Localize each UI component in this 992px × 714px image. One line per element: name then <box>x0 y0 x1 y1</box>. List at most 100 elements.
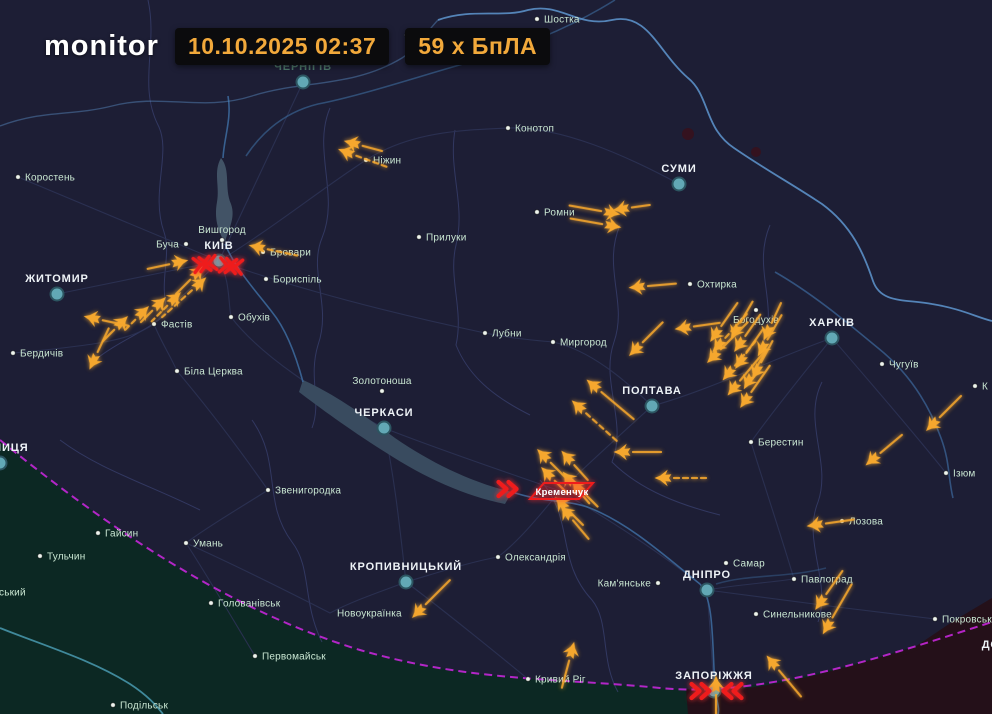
city-dot <box>673 178 686 191</box>
city-dot <box>826 332 839 345</box>
town-marker: Кам'янське <box>598 579 661 590</box>
border-patch <box>751 147 761 157</box>
town-marker: Первомайськ <box>253 652 327 663</box>
town-dot <box>16 175 21 180</box>
town-label: Берестин <box>758 438 804 449</box>
map-canvas[interactable]: КИЇВЧЕРНІГІВЖИТОМИРВІННИЦЯСУМИХАРКІВПОЛТ… <box>0 0 992 714</box>
town-marker: Синельникове <box>754 610 832 621</box>
datetime-text: 10.10.2025 02:37 <box>188 33 376 59</box>
city-label: КРОПИВНИЦЬКИЙ <box>350 560 462 573</box>
town-label: Лозова <box>849 517 883 528</box>
town-marker: Біла Церква <box>175 367 243 378</box>
town-marker: Коростень <box>16 173 75 184</box>
town-dot <box>253 654 258 659</box>
town-marker: Миргород <box>551 338 607 349</box>
town-dot <box>266 488 271 493</box>
town-dot <box>724 561 729 566</box>
town-dot <box>526 677 531 682</box>
city-label: ЧЕРКАСИ <box>355 407 414 419</box>
town-label: Первомайськ <box>262 652 326 663</box>
town-label: Ромни <box>544 208 575 219</box>
town-dot <box>209 601 214 606</box>
town-label: Тульчин <box>47 552 85 563</box>
town-marker: ський <box>0 588 26 599</box>
town-label: Миргород <box>560 338 607 349</box>
town-label: Голованівськ <box>218 599 281 610</box>
town-marker: Новоукраїнка <box>337 609 402 620</box>
town-label: Коростень <box>25 173 75 184</box>
town-label: Буча <box>156 240 179 251</box>
town-dot <box>754 308 759 313</box>
town-dot <box>754 612 759 617</box>
town-label: Бориспіль <box>273 275 322 286</box>
town-dot <box>880 362 885 367</box>
town-dot <box>175 369 180 374</box>
town-dot <box>380 389 385 394</box>
town-label: Умань <box>193 539 223 550</box>
town-marker: Покровськ <box>933 615 992 626</box>
city-label: ПОЛТАВА <box>622 385 682 397</box>
town-dot <box>496 555 501 560</box>
town-dot <box>792 577 797 582</box>
town-dot <box>264 277 269 282</box>
town-label: Ніжин <box>373 156 401 167</box>
city-label: СУМИ <box>661 163 696 175</box>
town-dot <box>229 315 234 320</box>
city-dot <box>378 422 391 435</box>
town-dot <box>184 242 189 247</box>
town-label: Павлоград <box>801 575 853 586</box>
town-marker: Звенигородка <box>266 486 342 497</box>
drone-count-text: 59 х БпЛА <box>418 33 537 59</box>
app-logo: monitor <box>44 30 159 63</box>
town-label: Шостка <box>544 15 580 26</box>
border-patch <box>682 128 694 140</box>
town-dot <box>506 126 511 131</box>
town-label: Лубни <box>492 328 522 340</box>
town-label: Олександрія <box>505 553 566 564</box>
city-label: ВІННИЦЯ <box>0 442 29 454</box>
town-label: Гайсин <box>105 529 138 540</box>
city-dot <box>51 288 64 301</box>
city-label: ХАРКІВ <box>809 317 855 329</box>
town-label: Охтирка <box>697 280 737 291</box>
town-dot <box>96 531 101 536</box>
town-dot <box>11 351 16 356</box>
town-dot <box>184 541 189 546</box>
town-marker: Кривий Ріг <box>526 675 586 686</box>
town-dot <box>656 581 661 586</box>
town-dot <box>220 238 225 243</box>
town-label: Золотоноша <box>352 376 412 387</box>
town-label: Звенигородка <box>275 486 341 497</box>
target-city-label: Кременчук <box>535 487 588 498</box>
town-marker: Голованівськ <box>209 599 281 610</box>
town-dot <box>152 322 157 327</box>
town-marker: Олександрія <box>496 553 566 564</box>
town-label: Конотоп <box>515 124 554 135</box>
town-label: Бердичів <box>20 349 63 360</box>
city-label: ЗАПОРІЖЖЯ <box>675 670 752 682</box>
town-dot <box>551 340 556 345</box>
city-dot <box>297 76 310 89</box>
town-label: Фастів <box>161 320 192 331</box>
town-marker: Подільськ <box>111 701 169 712</box>
town-marker: Бориспіль <box>264 275 322 286</box>
town-label: Самар <box>733 559 765 570</box>
town-dot <box>483 331 488 336</box>
town-dot <box>944 471 949 476</box>
town-label: Подільськ <box>120 701 168 712</box>
town-label: Кривий Ріг <box>535 675 586 686</box>
town-label: Синельникове <box>763 610 832 621</box>
town-label: Чугуїв <box>889 360 919 371</box>
town-dot <box>973 384 978 389</box>
town-dot <box>749 440 754 445</box>
town-dot <box>535 210 540 215</box>
city-label: ЖИТОМИР <box>24 273 89 285</box>
city-label: КИЇВ <box>204 239 233 252</box>
city-dot <box>400 576 413 589</box>
city-dot <box>0 457 7 470</box>
town-label: Вишгород <box>198 225 246 236</box>
town-marker: Павлоград <box>792 575 853 586</box>
datetime-badge: 10.10.2025 02:37 <box>175 28 389 65</box>
town-dot <box>688 282 693 287</box>
town-dot <box>38 554 43 559</box>
